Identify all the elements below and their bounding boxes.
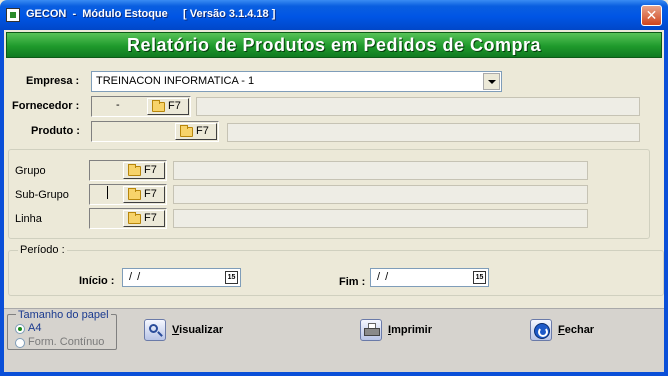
linha-description bbox=[173, 209, 588, 228]
folder-icon bbox=[128, 212, 141, 224]
produto-description bbox=[227, 123, 640, 142]
period-group bbox=[8, 250, 664, 296]
fornecedor-lookup-button[interactable]: F7 bbox=[147, 98, 189, 115]
grupo-lookup-label: F7 bbox=[144, 164, 157, 176]
power-icon bbox=[530, 319, 552, 341]
fornecedor-lookup-label: F7 bbox=[168, 100, 181, 112]
window-frame-bottom bbox=[0, 372, 668, 376]
window-titlebar[interactable]: GECON - Módulo Estoque [ Versão 3.1.4.18… bbox=[0, 0, 668, 30]
report-title: Relatório de Produtos em Pedidos de Comp… bbox=[126, 35, 542, 55]
subgrupo-description bbox=[173, 185, 588, 204]
report-banner: Relatório de Produtos em Pedidos de Comp… bbox=[6, 32, 662, 58]
linha-code-field[interactable]: F7 bbox=[89, 208, 167, 229]
produto-lookup-button[interactable]: F7 bbox=[175, 123, 217, 140]
fechar-label: Fechar bbox=[558, 324, 595, 336]
empresa-label: Empresa : bbox=[26, 75, 80, 87]
subgrupo-code-field[interactable]: F7 bbox=[89, 184, 167, 205]
visualizar-label: Visualizar bbox=[172, 324, 224, 336]
app-icon bbox=[6, 8, 20, 22]
empresa-select[interactable]: TREINACON INFORMATICA - 1 bbox=[91, 71, 502, 92]
fim-date-value: / / bbox=[377, 271, 390, 283]
fim-date-field[interactable]: / / 15 bbox=[370, 268, 489, 287]
linha-lookup-label: F7 bbox=[144, 212, 157, 224]
grupo-lookup-button[interactable]: F7 bbox=[123, 162, 165, 179]
subgrupo-label: Sub-Grupo bbox=[15, 189, 69, 201]
calendar-icon[interactable]: 15 bbox=[225, 271, 238, 284]
grupo-code-field[interactable]: F7 bbox=[89, 160, 167, 181]
window-frame-right bbox=[664, 30, 668, 376]
produto-lookup-label: F7 bbox=[196, 125, 209, 137]
calendar-icon[interactable]: 15 bbox=[473, 271, 486, 284]
imprimir-button[interactable]: Imprimir bbox=[360, 319, 460, 343]
grupo-label: Grupo bbox=[15, 165, 46, 177]
chevron-down-icon[interactable] bbox=[483, 73, 500, 90]
window-title: GECON - Módulo Estoque [ Versão 3.1.4.18… bbox=[26, 8, 276, 20]
folder-icon bbox=[180, 125, 193, 137]
fornecedor-description bbox=[196, 97, 640, 116]
radio-form-continuo-label[interactable]: Form. Contínuo bbox=[28, 336, 104, 348]
fornecedor-label: Fornecedor : bbox=[12, 100, 80, 112]
inicio-date-value: / / bbox=[129, 271, 142, 283]
fechar-button[interactable]: Fechar bbox=[530, 319, 630, 343]
radio-form-continuo[interactable] bbox=[15, 338, 25, 348]
imprimir-label: Imprimir bbox=[388, 324, 433, 336]
linha-lookup-button[interactable]: F7 bbox=[123, 210, 165, 227]
grupo-description bbox=[173, 161, 588, 180]
folder-icon bbox=[128, 188, 141, 200]
magnifier-icon bbox=[144, 319, 166, 341]
folder-icon bbox=[152, 100, 165, 112]
period-title: Período : bbox=[18, 244, 67, 256]
inicio-date-field[interactable]: / / 15 bbox=[122, 268, 241, 287]
subgrupo-lookup-label: F7 bbox=[144, 188, 157, 200]
radio-a4[interactable] bbox=[15, 324, 25, 334]
paper-size-title: Tamanho do papel bbox=[16, 309, 111, 321]
fornecedor-code-field[interactable]: - F7 bbox=[91, 96, 191, 117]
folder-icon bbox=[128, 164, 141, 176]
produto-code-field[interactable]: F7 bbox=[91, 121, 219, 142]
text-cursor bbox=[107, 186, 108, 199]
inicio-label: Início : bbox=[79, 275, 115, 287]
visualizar-button[interactable]: Visualizar bbox=[144, 319, 244, 343]
window-close-button[interactable]: ✕ bbox=[641, 5, 662, 26]
produto-label: Produto : bbox=[31, 125, 80, 137]
radio-a4-label[interactable]: A4 bbox=[28, 322, 41, 334]
printer-icon bbox=[360, 319, 382, 341]
subgrupo-lookup-button[interactable]: F7 bbox=[123, 186, 165, 203]
linha-label: Linha bbox=[15, 213, 42, 225]
fornecedor-code-value: - bbox=[116, 99, 120, 111]
empresa-value: TREINACON INFORMATICA - 1 bbox=[96, 75, 255, 87]
fim-label: Fim : bbox=[339, 276, 366, 288]
